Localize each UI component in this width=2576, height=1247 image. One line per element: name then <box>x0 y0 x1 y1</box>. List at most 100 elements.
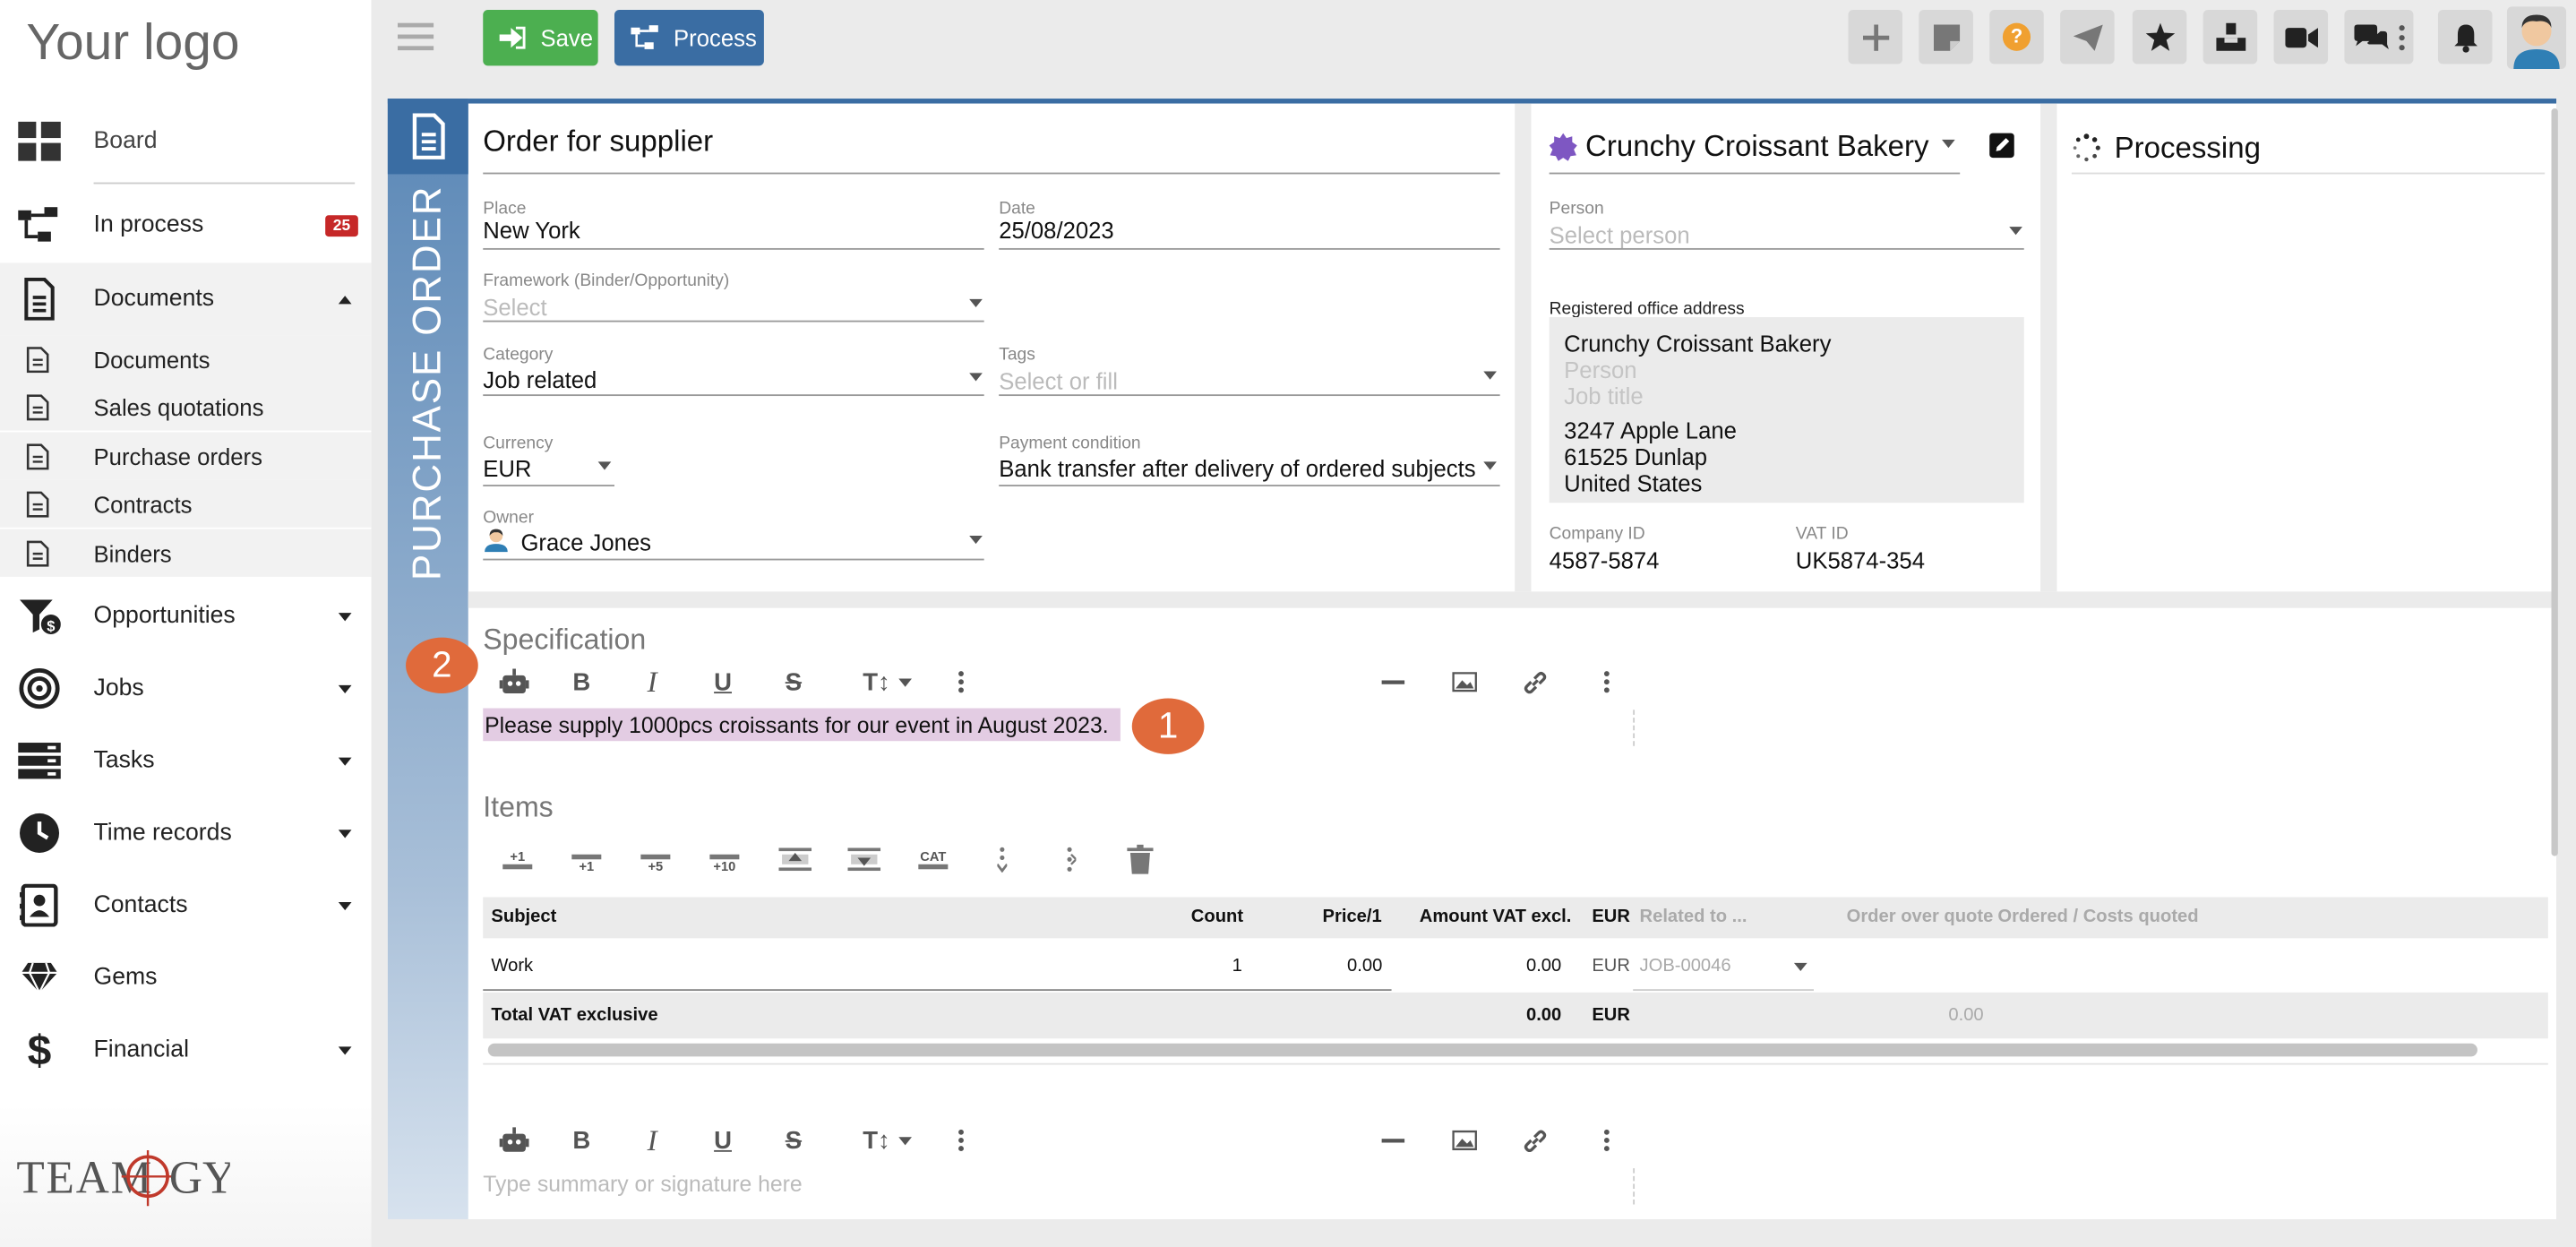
save-button[interactable]: Save <box>483 10 598 66</box>
sidebar-item-jobs[interactable]: Jobs <box>0 656 372 721</box>
category-select[interactable]: Job related <box>483 366 597 392</box>
person-select[interactable]: Select person <box>1550 222 1690 248</box>
chevron-down-icon[interactable] <box>1483 461 1497 470</box>
more-vertical-icon[interactable] <box>1585 1119 1628 1162</box>
sidebar-item-tasks[interactable]: Tasks <box>0 728 372 794</box>
chevron-down-icon[interactable] <box>1483 371 1497 380</box>
chat-icon[interactable] <box>2344 10 2414 64</box>
strikethrough-icon[interactable]: S <box>772 660 815 703</box>
top-toolbar: Save Process ? <box>371 0 2576 80</box>
catalog-icon[interactable]: CAT <box>912 838 955 881</box>
chevron-down-icon[interactable] <box>969 373 983 382</box>
add-10-rows-icon[interactable]: +10 <box>703 838 746 881</box>
image-icon[interactable] <box>1442 1119 1485 1162</box>
video-camera-icon[interactable] <box>2273 10 2329 64</box>
row-count[interactable]: 1 <box>1232 957 1242 976</box>
address-box[interactable]: Crunchy Croissant Bakery Person Job titl… <box>1549 317 2024 503</box>
teamogy-logo: TEAM GY <box>16 1137 230 1219</box>
trash-icon[interactable] <box>1119 838 1162 881</box>
user-avatar[interactable] <box>2506 6 2567 70</box>
add-icon[interactable] <box>1848 10 1903 64</box>
table-row[interactable]: Work 1 0.00 0.00 EUR JOB-00046 <box>483 942 2548 992</box>
scrollbar[interactable] <box>2551 108 2558 856</box>
chevron-down-icon[interactable] <box>1942 139 1955 149</box>
more-vertical-icon[interactable] <box>940 660 983 703</box>
horizontal-rule-icon[interactable] <box>1372 1119 1415 1162</box>
expand-rows-icon[interactable] <box>981 838 1024 881</box>
process-button[interactable]: Process <box>614 10 764 66</box>
chevron-down-icon[interactable] <box>2009 227 2022 236</box>
expand-columns-icon[interactable] <box>1050 838 1093 881</box>
board-icon <box>18 120 61 163</box>
bold-icon[interactable]: B <box>560 1119 603 1162</box>
text-size-icon[interactable]: T↕ <box>854 1119 920 1162</box>
sidebar-item-in-process[interactable]: In process <box>0 193 372 258</box>
bold-icon[interactable]: B <box>560 660 603 703</box>
sidebar-subitem-label: Documents <box>93 346 210 373</box>
framework-select[interactable]: Select <box>483 294 546 320</box>
registered-address-label: Registered office address <box>1549 298 1745 319</box>
send-icon[interactable] <box>2060 10 2115 64</box>
row-price[interactable]: 0.00 <box>1347 957 1382 976</box>
sidebar-item-financial[interactable]: $ Financial <box>0 1017 372 1082</box>
sidebar-subitem-binders[interactable]: Binders <box>0 529 372 577</box>
sidebar-item-time-records[interactable]: Time records <box>0 800 372 865</box>
payment-condition-select[interactable]: Bank transfer after delivery of ordered … <box>999 455 1475 481</box>
sticky-note-icon[interactable] <box>1919 10 1973 64</box>
sidebar-subitem-contracts[interactable]: Contracts <box>0 479 372 528</box>
row-related-select[interactable]: JOB-00046 <box>1640 957 1731 976</box>
specification-text[interactable]: Please supply 1000pcs croissants for our… <box>485 713 1109 738</box>
link-icon[interactable] <box>1513 1119 1556 1162</box>
sidebar-item-gems[interactable]: Gems <box>0 945 372 1010</box>
sidebar-item-documents[interactable]: Documents <box>0 262 372 336</box>
sidebar-subitem-purchase-orders[interactable]: Purchase orders <box>0 432 372 480</box>
vat-id-label: VAT ID <box>1795 524 1849 545</box>
italic-icon[interactable]: I <box>631 660 674 703</box>
robot-icon[interactable] <box>493 660 536 703</box>
bell-icon[interactable] <box>2437 10 2493 64</box>
chevron-down-icon[interactable] <box>969 535 983 545</box>
link-icon[interactable] <box>1513 660 1556 703</box>
more-vertical-icon[interactable] <box>1585 660 1628 703</box>
sidebar-item-board[interactable]: Board <box>0 108 372 174</box>
tags-input[interactable]: Select or fill <box>999 368 1118 394</box>
star-icon[interactable] <box>2132 10 2187 64</box>
supplier-name-select[interactable]: Crunchy Croissant Bakery <box>1585 130 1928 165</box>
add-1-row-icon[interactable]: +1 <box>565 838 608 881</box>
chevron-down-icon[interactable] <box>969 298 983 307</box>
items-toolbar: +1 +1 +5 +10 CAT <box>493 838 1182 881</box>
sidebar-item-opportunities[interactable]: $ Opportunities <box>0 583 372 649</box>
document-title-input[interactable]: Order for supplier <box>483 125 713 159</box>
text-size-icon[interactable]: T↕ <box>854 660 920 703</box>
place-input[interactable]: New York <box>483 217 580 243</box>
chevron-down-icon[interactable] <box>597 461 612 470</box>
chevron-down-icon[interactable] <box>1793 962 1807 972</box>
move-row-up-icon[interactable] <box>774 838 817 881</box>
underline-icon[interactable]: U <box>701 1119 744 1162</box>
sidebar-subitem-documents[interactable]: Documents <box>0 335 372 383</box>
sidebar-item-contacts[interactable]: Contacts <box>0 873 372 938</box>
robot-icon[interactable] <box>493 1119 536 1162</box>
summary-input[interactable]: Type summary or signature here <box>483 1172 802 1197</box>
date-input[interactable]: 25/08/2023 <box>999 217 1114 243</box>
horizontal-scrollbar[interactable] <box>487 1043 2477 1057</box>
more-vertical-icon[interactable] <box>940 1119 983 1162</box>
move-row-down-icon[interactable] <box>843 838 886 881</box>
image-icon[interactable] <box>1442 660 1485 703</box>
sidebar-subitem-sales-quotations[interactable]: Sales quotations <box>0 383 372 431</box>
process-flow-icon <box>631 25 658 49</box>
add-5-rows-icon[interactable]: +5 <box>634 838 677 881</box>
owner-select[interactable]: Grace Jones <box>520 529 651 555</box>
strikethrough-icon[interactable]: S <box>772 1119 815 1162</box>
add-1-label: +1 <box>510 849 526 864</box>
italic-icon[interactable]: I <box>631 1119 674 1162</box>
currency-select[interactable]: EUR <box>483 455 531 481</box>
inbox-tray-icon[interactable] <box>2202 10 2258 64</box>
help-icon[interactable]: ? <box>1989 10 2044 64</box>
add-row-above-icon[interactable]: +1 <box>496 838 539 881</box>
underline-icon[interactable]: U <box>701 660 744 703</box>
edit-icon[interactable] <box>1989 133 2014 159</box>
horizontal-rule-icon[interactable] <box>1372 660 1415 703</box>
row-subject[interactable]: Work <box>491 957 533 976</box>
hamburger-menu-icon[interactable] <box>397 20 434 53</box>
